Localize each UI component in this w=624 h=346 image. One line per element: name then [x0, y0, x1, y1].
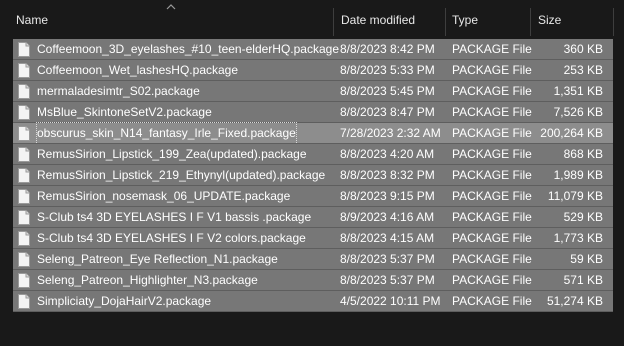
file-name: Coffeemoon_3D_eyelashes_#10_teen-elderHQ… [37, 42, 339, 56]
file-icon [18, 273, 30, 288]
file-icon [18, 147, 30, 162]
file-size: 59 KB [570, 252, 603, 266]
file-row[interactable]: obscurus_skin_N14_fantasy_Irle_Fixed.pac… [13, 122, 613, 145]
file-type: PACKAGE File [452, 189, 532, 203]
file-size: 1,773 KB [553, 231, 603, 245]
file-type: PACKAGE File [452, 105, 532, 119]
file-date-modified: 7/28/2023 2:32 AM [340, 126, 441, 140]
file-row[interactable]: mermaladesimtr_S02.package 8/8/2023 5:45 … [13, 81, 613, 102]
file-name: RemusSirion_Lipstick_199_Zea(updated).pa… [37, 147, 307, 161]
file-icon [18, 105, 30, 120]
file-icon [18, 189, 30, 204]
file-row[interactable]: MsBlue_SkintoneSetV2.package 8/8/2023 8:4… [13, 102, 613, 123]
file-row[interactable]: S-Club ts4 3D EYELASHES I F V2 colors.pa… [13, 228, 613, 249]
file-type: PACKAGE File [452, 273, 532, 287]
file-date-modified: 8/8/2023 8:42 PM [340, 42, 435, 56]
file-name: mermaladesimtr_S02.package [37, 84, 200, 98]
file-type: PACKAGE File [452, 168, 532, 182]
file-row[interactable]: Coffeemoon_3D_eyelashes_#10_teen-elderHQ… [13, 39, 613, 60]
column-divider[interactable] [333, 8, 334, 36]
file-icon [18, 42, 30, 57]
file-name: MsBlue_SkintoneSetV2.package [37, 105, 212, 119]
file-name: S-Club ts4 3D EYELASHES I F V1 bassis .p… [37, 210, 312, 224]
column-header-date-modified[interactable]: Date modified [341, 0, 415, 36]
file-date-modified: 8/8/2023 8:32 PM [340, 168, 435, 182]
file-type: PACKAGE File [452, 63, 532, 77]
file-size: 868 KB [563, 147, 603, 161]
file-date-modified: 8/8/2023 9:15 PM [340, 189, 435, 203]
file-icon [18, 84, 30, 99]
file-name: S-Club ts4 3D EYELASHES I F V2 colors.pa… [37, 231, 306, 245]
file-size: 1,989 KB [553, 168, 603, 182]
file-type: PACKAGE File [452, 294, 532, 308]
file-size: 253 KB [563, 63, 603, 77]
file-row[interactable]: Seleng_Patreon_Eye Reflection_N1.package… [13, 249, 613, 270]
file-size: 11,079 KB [547, 189, 603, 203]
file-date-modified: 8/9/2023 4:16 AM [340, 210, 435, 224]
file-type: PACKAGE File [452, 252, 532, 266]
file-list: Coffeemoon_3D_eyelashes_#10_teen-elderHQ… [13, 39, 613, 312]
file-date-modified: 8/8/2023 8:47 PM [340, 105, 435, 119]
file-date-modified: 8/8/2023 4:20 AM [340, 147, 435, 161]
file-name: Seleng_Patreon_Highlighter_N3.package [37, 273, 258, 287]
file-icon [18, 63, 30, 78]
file-row[interactable]: Simpliciaty_DojaHairV2.package 4/5/2022 1… [13, 291, 613, 312]
file-name: RemusSirion_Lipstick_219_Ethynyl(updated… [37, 168, 326, 182]
file-date-modified: 8/8/2023 5:33 PM [340, 63, 435, 77]
file-size: 7,526 KB [553, 105, 603, 119]
file-type: PACKAGE File [452, 210, 532, 224]
column-divider[interactable] [530, 8, 531, 36]
file-size: 1,351 KB [553, 84, 603, 98]
file-row[interactable]: RemusSirion_Lipstick_199_Zea(updated).pa… [13, 144, 613, 165]
file-size: 571 KB [563, 273, 603, 287]
column-divider[interactable] [445, 8, 446, 36]
file-date-modified: 8/8/2023 5:37 PM [340, 273, 435, 287]
file-date-modified: 4/5/2022 10:11 PM [340, 294, 441, 308]
file-icon [18, 294, 30, 309]
column-header-size[interactable]: Size [538, 0, 561, 36]
file-icon [18, 126, 30, 141]
file-name: Seleng_Patreon_Eye Reflection_N1.package [37, 252, 278, 266]
file-date-modified: 8/8/2023 5:45 PM [340, 84, 435, 98]
file-name: RemusSirion_nosemask_06_UPDATE.package [37, 189, 291, 203]
file-size: 200,264 KB [540, 126, 603, 140]
file-row[interactable]: RemusSirion_Lipstick_219_Ethynyl(updated… [13, 165, 613, 186]
file-type: PACKAGE File [452, 84, 532, 98]
file-type: PACKAGE File [452, 42, 532, 56]
file-type: PACKAGE File [452, 231, 532, 245]
column-header-name[interactable]: Name [16, 0, 48, 36]
file-type: PACKAGE File [452, 126, 532, 140]
file-icon [18, 231, 30, 246]
column-header-bar: Name Date modified Type Size [0, 0, 624, 36]
file-size: 529 KB [563, 210, 603, 224]
file-name: Coffeemoon_Wet_lashesHQ.package [37, 63, 239, 77]
column-divider[interactable] [613, 8, 614, 36]
file-row[interactable]: S-Club ts4 3D EYELASHES I F V1 bassis .p… [13, 207, 613, 228]
file-size: 51,274 KB [546, 294, 603, 308]
file-name: Simpliciaty_DojaHairV2.package [37, 294, 212, 308]
file-icon [18, 168, 30, 183]
file-row[interactable]: RemusSirion_nosemask_06_UPDATE.package 8/… [13, 186, 613, 207]
file-date-modified: 8/8/2023 4:15 AM [340, 231, 435, 245]
file-type: PACKAGE File [452, 147, 532, 161]
file-size: 360 KB [563, 42, 603, 56]
column-header-type[interactable]: Type [452, 0, 478, 36]
file-date-modified: 8/8/2023 5:37 PM [340, 252, 435, 266]
file-row[interactable]: Seleng_Patreon_Highlighter_N3.package 8/8… [13, 270, 613, 291]
file-name: obscurus_skin_N14_fantasy_Irle_Fixed.pac… [36, 122, 297, 145]
sort-ascending-icon[interactable] [166, 3, 176, 11]
file-icon [18, 210, 30, 225]
file-row[interactable]: Coffeemoon_Wet_lashesHQ.package 8/8/2023 … [13, 60, 613, 81]
file-icon [18, 252, 30, 267]
